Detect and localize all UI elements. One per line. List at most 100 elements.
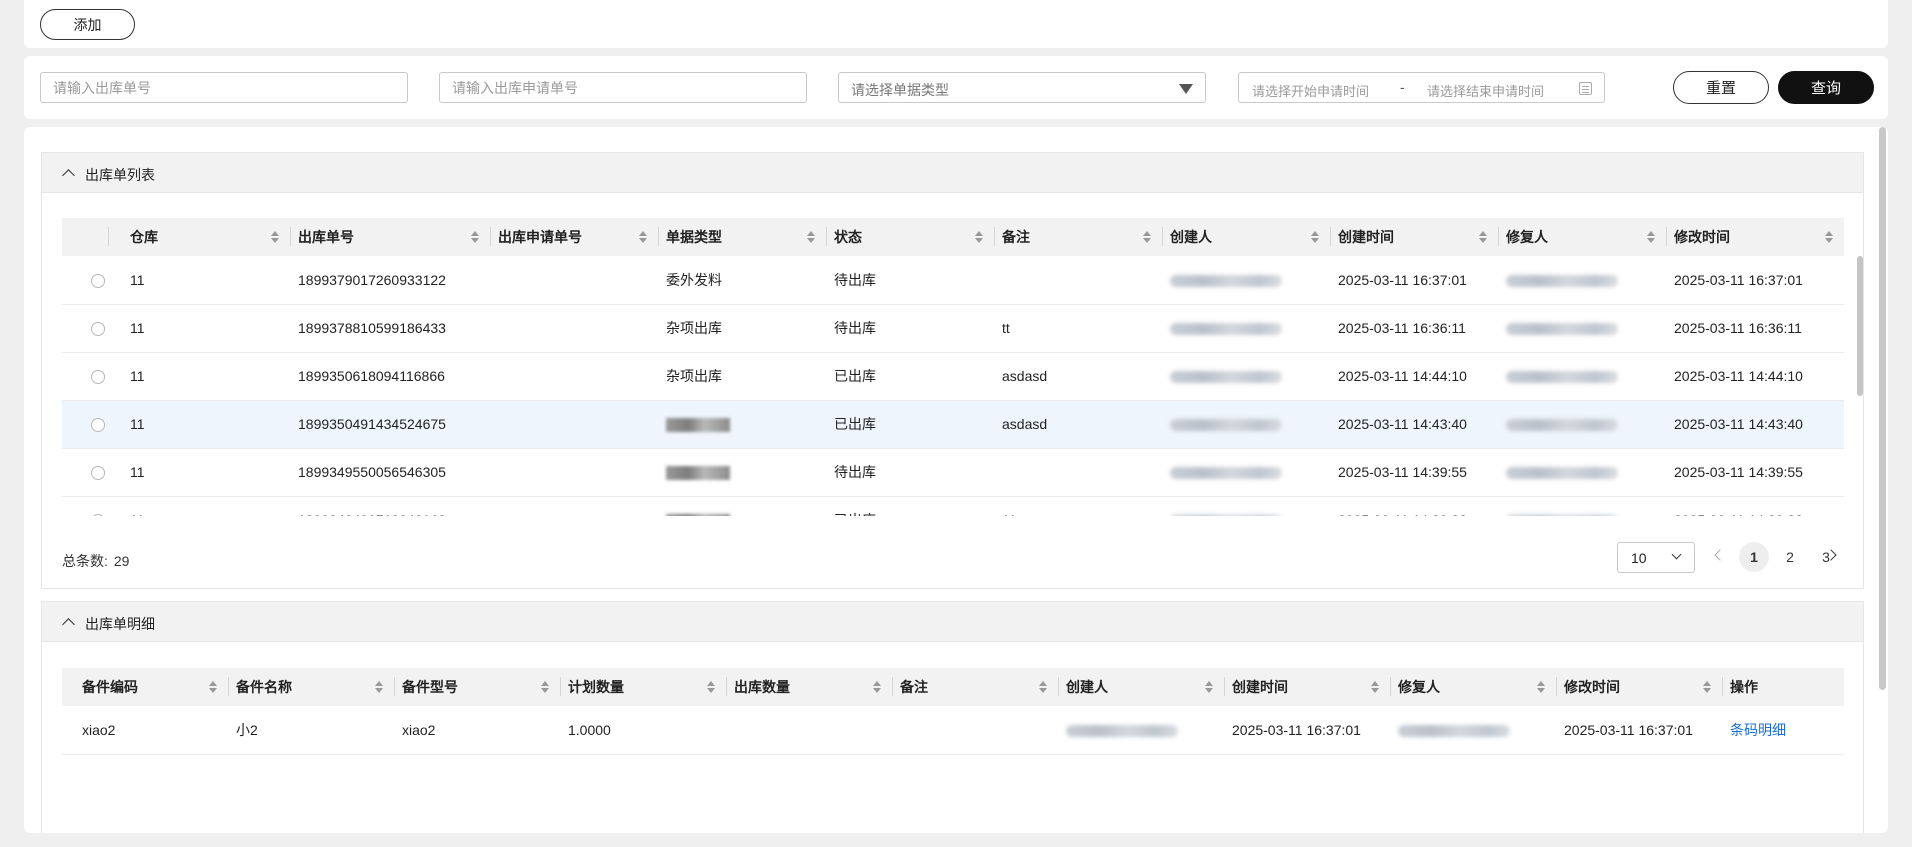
page-3[interactable]: 3 xyxy=(1811,542,1841,572)
sort-icon[interactable] xyxy=(1311,231,1320,243)
row-radio[interactable] xyxy=(91,370,105,385)
cell-modified-at: 2025-03-11 14:39:22 xyxy=(1666,496,1844,516)
start-date-input[interactable]: 请选择开始申请时间 xyxy=(1252,81,1369,100)
chevron-up-icon[interactable] xyxy=(62,169,75,182)
cell-created-at: 2025-03-11 14:39:55 xyxy=(1330,448,1498,497)
sort-icon[interactable] xyxy=(1205,681,1214,693)
cell-action: 条码明细 xyxy=(1722,706,1844,755)
table-row[interactable]: 11 1899349409710940162 已出库 11 2025-03-11… xyxy=(62,496,1844,516)
column-header[interactable]: 创建人 xyxy=(1058,668,1224,706)
row-radio[interactable] xyxy=(91,466,105,481)
column-header[interactable]: 仓库 xyxy=(122,218,290,256)
page-2[interactable]: 2 xyxy=(1775,542,1805,572)
sort-icon[interactable] xyxy=(1825,231,1834,243)
date-range-picker[interactable]: 请选择开始申请时间 - 请选择结束申请时间 xyxy=(1238,72,1605,103)
cell-request-no xyxy=(490,304,658,353)
sort-icon[interactable] xyxy=(1479,231,1488,243)
cell-remark xyxy=(892,706,1058,755)
table-row[interactable]: 11 1899378810599186433 杂项出库 待出库 tt 2025-… xyxy=(62,304,1844,353)
sort-icon[interactable] xyxy=(1039,681,1048,693)
table-scrollbar[interactable] xyxy=(1857,256,1863,396)
doc-type-select[interactable]: 请选择单据类型 xyxy=(838,72,1206,103)
column-header[interactable]: 备件名称 xyxy=(228,668,394,706)
cell-remark: 11 xyxy=(994,496,1162,516)
sort-icon[interactable] xyxy=(1703,681,1712,693)
column-header[interactable]: 备注 xyxy=(994,218,1162,256)
sort-icon[interactable] xyxy=(807,231,816,243)
column-header[interactable]: 备注 xyxy=(892,668,1058,706)
barcode-detail-link[interactable]: 条码明细 xyxy=(1730,722,1786,738)
column-header[interactable]: 单据类型 xyxy=(658,218,826,256)
cell-doc-type: 杂项出库 xyxy=(658,304,826,353)
column-header[interactable]: 修改时间 xyxy=(1666,218,1844,256)
cell-status: 待出库 xyxy=(826,448,994,497)
sort-icon[interactable] xyxy=(1143,231,1152,243)
table-row[interactable]: 11 1899349550056546305 待出库 2025-03-11 14… xyxy=(62,448,1844,497)
reset-button[interactable]: 重置 xyxy=(1673,71,1769,104)
outbound-detail-title: 出库单明细 xyxy=(85,616,155,632)
column-header[interactable]: 备件型号 xyxy=(394,668,560,706)
column-header[interactable]: 创建人 xyxy=(1162,218,1330,256)
row-radio[interactable] xyxy=(91,418,105,433)
sort-icon[interactable] xyxy=(541,681,550,693)
column-header[interactable]: 出库申请单号 xyxy=(490,218,658,256)
cell-part-model: xiao2 xyxy=(394,706,560,755)
table-row[interactable]: xiao2 小2 xiao2 1.0000 2025-03-11 16:37:0… xyxy=(62,706,1844,755)
query-button[interactable]: 查询 xyxy=(1778,71,1874,104)
row-radio[interactable] xyxy=(91,273,105,288)
redacted-text xyxy=(1506,419,1618,432)
column-header[interactable]: 备件编码 xyxy=(62,668,228,706)
cell-warehouse: 11 xyxy=(122,496,290,516)
table-row-selected[interactable]: 11 1899350491434524675 已出库 asdasd 2025-0… xyxy=(62,400,1844,449)
outbound-detail-header[interactable]: 出库单明细 xyxy=(42,602,1863,642)
column-header[interactable]: 修复人 xyxy=(1498,218,1666,256)
prev-page-icon[interactable] xyxy=(1714,549,1726,561)
sort-icon[interactable] xyxy=(271,231,280,243)
column-header[interactable]: 修复人 xyxy=(1390,668,1556,706)
sort-icon[interactable] xyxy=(639,231,648,243)
request-no-input[interactable] xyxy=(439,72,807,103)
sort-icon[interactable] xyxy=(1371,681,1380,693)
redacted-text xyxy=(1170,323,1282,336)
column-header[interactable]: 创建时间 xyxy=(1330,218,1498,256)
end-date-input[interactable]: 请选择结束申请时间 xyxy=(1427,81,1544,100)
cell-created-at: 2025-03-11 14:43:40 xyxy=(1330,400,1498,449)
calendar-icon[interactable] xyxy=(1579,82,1592,95)
outbound-list-header[interactable]: 出库单列表 xyxy=(42,153,1863,193)
redacted-text xyxy=(1170,275,1282,288)
cell-order-no: 1899349409710940162 xyxy=(290,496,490,516)
chevron-up-icon[interactable] xyxy=(62,618,75,631)
cell-order-no: 1899378810599186433 xyxy=(290,304,490,353)
row-radio[interactable] xyxy=(91,322,105,337)
sort-icon[interactable] xyxy=(1647,231,1656,243)
column-header[interactable]: 创建时间 xyxy=(1224,668,1390,706)
outbound-detail-table-wrap: 备件编码 备件名称 备件型号 计划数量 出库数量 备注 创建人 创建时间 修复人… xyxy=(62,668,1844,755)
chevron-down-icon xyxy=(1671,549,1682,560)
cell-status: 已出库 xyxy=(826,352,994,401)
sort-icon[interactable] xyxy=(1537,681,1546,693)
column-header[interactable]: 出库单号 xyxy=(290,218,490,256)
sort-icon[interactable] xyxy=(471,231,480,243)
cell-doc-type xyxy=(658,400,826,449)
pagination: 总条数: 29 10 1 2 3 xyxy=(42,540,1865,580)
row-radio[interactable] xyxy=(91,514,105,516)
cell-modifier xyxy=(1498,448,1666,497)
page-1[interactable]: 1 xyxy=(1739,542,1769,572)
outbound-no-input[interactable] xyxy=(40,72,408,103)
sort-icon[interactable] xyxy=(873,681,882,693)
column-header[interactable]: 计划数量 xyxy=(560,668,726,706)
cell-remark xyxy=(994,256,1162,305)
redacted-text xyxy=(1506,323,1618,336)
table-row[interactable]: 11 1899379017260933122 委外发料 待出库 2025-03-… xyxy=(62,256,1844,305)
page-size-select[interactable]: 10 xyxy=(1617,542,1695,573)
sort-icon[interactable] xyxy=(975,231,984,243)
add-button[interactable]: 添加 xyxy=(40,9,135,40)
table-row[interactable]: 11 1899350618094116866 杂项出库 已出库 asdasd 2… xyxy=(62,352,1844,401)
column-header[interactable]: 出库数量 xyxy=(726,668,892,706)
sort-icon[interactable] xyxy=(209,681,218,693)
sort-icon[interactable] xyxy=(375,681,384,693)
sort-icon[interactable] xyxy=(707,681,716,693)
page-scrollbar[interactable] xyxy=(1879,127,1886,690)
column-header[interactable]: 修改时间 xyxy=(1556,668,1722,706)
column-header[interactable]: 状态 xyxy=(826,218,994,256)
